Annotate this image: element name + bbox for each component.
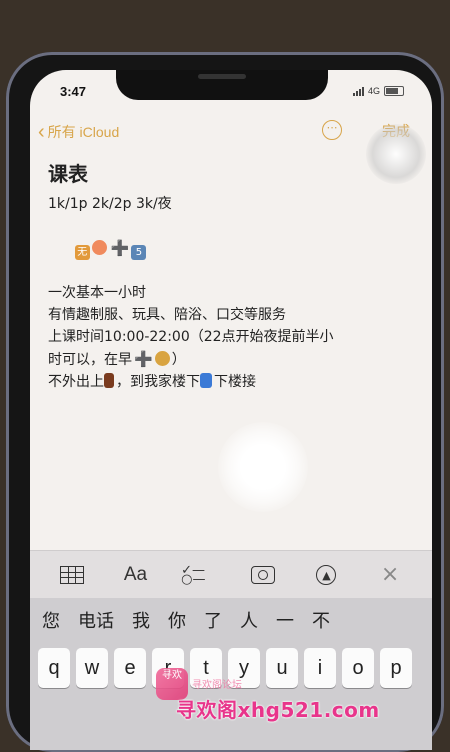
key-p[interactable]: p [380,648,412,688]
battery-icon [384,86,404,96]
note-text: 下楼接 [214,374,256,390]
phone-emoji-icon [200,373,212,388]
note-line-services: 有情趣制服、玩具、陪浴、口交等服务 [48,307,286,323]
candidate-word[interactable]: 你 [168,607,186,633]
watermark-small-text: 寻欢阁论坛 [192,680,242,691]
light-glare [218,422,308,512]
note-line-prices: 1k/1p 2k/2p 3k/夜 [48,196,172,212]
note-line-location: 不外出上 ，到我家楼下 下楼接 [48,371,398,393]
note-line-emoji: 无 ➕ 5 [48,215,398,282]
plus-icon: ➕ [110,239,130,257]
candidate-word[interactable]: 您 [42,607,60,633]
key-u[interactable]: u [266,648,298,688]
money-bag-emoji-icon [154,351,170,366]
chevron-left-icon: ‹ [38,121,45,143]
key-e[interactable]: e [114,648,146,688]
more-button[interactable]: ⋯ [322,120,342,140]
number-emoji-icon: 5 [131,245,147,260]
checklist-button[interactable]: ✓— ○— [181,562,217,587]
candidate-word[interactable]: 了 [204,607,222,633]
door-emoji-icon [104,373,114,388]
key-q[interactable]: q [38,648,70,688]
note-title: 课表 [48,162,88,186]
candidate-word[interactable]: 人 [240,607,258,633]
note-body[interactable]: 课表 1k/1p 2k/2p 3k/夜 无 ➕ 5 一次基本一小时 有情趣制服、玩具… [48,158,398,393]
table-icon [59,565,84,584]
status-time: 3:47 [60,84,87,99]
key-i[interactable]: i [304,648,336,688]
keyboard: 您 电话 我 你 了 人 一 不 q w e r t y u i o p [30,598,432,750]
table-button[interactable] [54,565,90,584]
candidate-word[interactable]: 我 [132,607,150,633]
watermark-text: 寻欢阁xhg521.com [176,698,380,722]
format-button[interactable]: Aa [117,564,153,586]
candidate-word[interactable]: 不 [312,607,330,633]
network-label: 4G [367,86,380,96]
note-text: ） [171,352,186,368]
phone-screen: 3:47 4G ‹ 所有 iCloud ⋯ 完成 课表 1k/1p 2k/2p … [30,70,432,750]
plus-icon: ➕ [134,350,153,368]
note-line-duration: 一次基本一小时 [48,285,146,301]
key-o[interactable]: o [342,648,374,688]
camera-icon [250,565,275,584]
markup-button[interactable]: ▲ [308,564,344,585]
note-text: 不外出上 [48,374,104,390]
emoji-icon: 无 [74,245,90,260]
key-w[interactable]: w [76,648,108,688]
candidate-word[interactable]: 一 [276,607,294,633]
pen-tip-icon: ▲ [316,564,337,585]
back-button-label: 所有 iCloud [47,124,120,140]
checklist-icon: ✓— ○— [181,562,206,587]
camera-button[interactable] [245,565,281,584]
candidate-bar: 您 电话 我 你 了 人 一 不 [30,598,432,642]
signal-icon [352,86,364,96]
note-text: ，到我家楼下 [116,374,200,390]
note-line-hours: 上课时间10:00-22:00（22点开始夜提前半小 [48,329,334,345]
close-toolbar-button[interactable]: × [372,562,408,587]
status-indicators: 4G [352,86,404,96]
notes-toolbar: Aa ✓— ○— ▲ × [30,550,432,598]
back-button[interactable]: ‹ 所有 iCloud [38,122,119,142]
status-bar: 3:47 4G [30,70,432,104]
note-text: 时可以，在早 [48,352,132,368]
note-line-hours-cont: 时可以，在早 ➕ ） [48,348,398,371]
candidate-word[interactable]: 电话 [78,607,114,633]
peach-emoji-icon [91,240,107,255]
